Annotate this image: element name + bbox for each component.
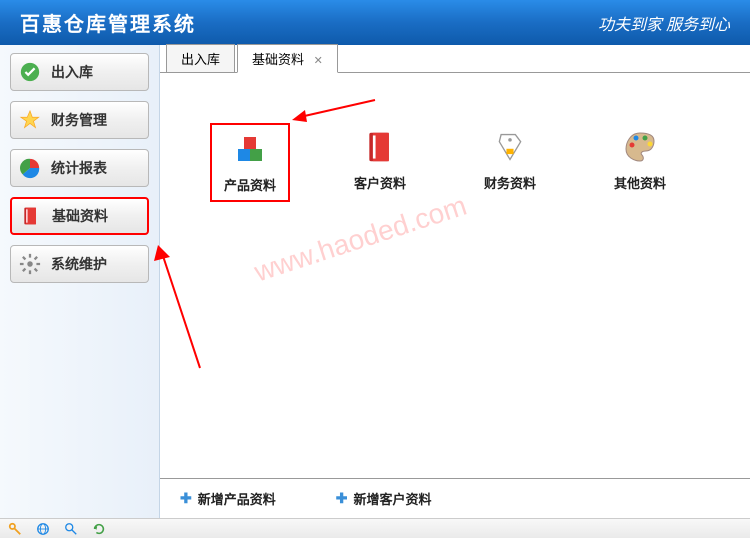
app-slogan: 功夫到家 服务到心 (598, 11, 730, 35)
tab-basic-data[interactable]: 基础资料 ✕ (237, 44, 338, 73)
refresh-icon[interactable] (92, 522, 106, 536)
bottom-toolbar: ✚ 新增产品资料 ✚ 新增客户资料 (160, 478, 750, 518)
grid-customer-data[interactable]: 客户资料 (340, 123, 420, 202)
annotation-arrow-icon (290, 95, 380, 125)
nav-finance[interactable]: 财务管理 (10, 101, 149, 139)
nav-label: 基础资料 (52, 206, 108, 226)
nav-label: 系统维护 (51, 254, 107, 274)
content-area: 产品资料 客户资料 财务资料 (160, 73, 750, 478)
red-book-icon (362, 129, 398, 165)
search-icon[interactable] (64, 522, 78, 536)
star-icon (19, 109, 41, 131)
app-header: 百惠仓库管理系统 功夫到家 服务到心 (0, 0, 750, 45)
nav-basic-data[interactable]: 基础资料 (10, 197, 149, 235)
check-circle-icon (19, 61, 41, 83)
nav-label: 出入库 (51, 62, 93, 82)
palette-icon (622, 129, 658, 165)
book-icon (20, 205, 42, 227)
main-area: 出入库 基础资料 ✕ 产品资料 (160, 45, 750, 518)
tab-in-out-stock[interactable]: 出入库 (166, 44, 235, 72)
nav-system-maintenance[interactable]: 系统维护 (10, 245, 149, 283)
grid-label: 财务资料 (484, 173, 536, 192)
link-add-product[interactable]: ✚ 新增产品资料 (180, 489, 276, 508)
gear-icon (19, 253, 41, 275)
nav-reports[interactable]: 统计报表 (10, 149, 149, 187)
nav-label: 财务管理 (51, 110, 107, 130)
link-add-customer[interactable]: ✚ 新增客户资料 (336, 489, 432, 508)
grid-label: 其他资料 (614, 173, 666, 192)
watermark: www.haoded.com (250, 190, 470, 289)
tab-label: 基础资料 (252, 52, 304, 67)
sidebar: 出入库 财务管理 统计报表 基础资料 系统维护 (0, 45, 160, 518)
app-title: 百惠仓库管理系统 (20, 8, 196, 37)
grid-other-data[interactable]: 其他资料 (600, 123, 680, 202)
tab-bar: 出入库 基础资料 ✕ (160, 45, 750, 73)
grid-label: 客户资料 (354, 173, 406, 192)
grid-finance-data[interactable]: 财务资料 (470, 123, 550, 202)
plus-icon: ✚ (180, 490, 192, 507)
key-icon[interactable] (8, 522, 22, 536)
plus-icon: ✚ (336, 490, 348, 507)
nav-label: 统计报表 (51, 158, 107, 178)
icon-grid: 产品资料 客户资料 财务资料 (210, 123, 730, 202)
tag-icon (492, 129, 528, 165)
tab-label: 出入库 (181, 52, 220, 67)
grid-product-data[interactable]: 产品资料 (210, 123, 290, 202)
status-bar (0, 518, 750, 538)
pie-chart-icon (19, 157, 41, 179)
close-icon[interactable]: ✕ (314, 55, 323, 67)
boxes-icon (232, 131, 268, 167)
nav-in-out-stock[interactable]: 出入库 (10, 53, 149, 91)
link-label: 新增产品资料 (198, 489, 276, 508)
globe-icon[interactable] (36, 522, 50, 536)
link-label: 新增客户资料 (353, 489, 431, 508)
grid-label: 产品资料 (224, 175, 276, 194)
